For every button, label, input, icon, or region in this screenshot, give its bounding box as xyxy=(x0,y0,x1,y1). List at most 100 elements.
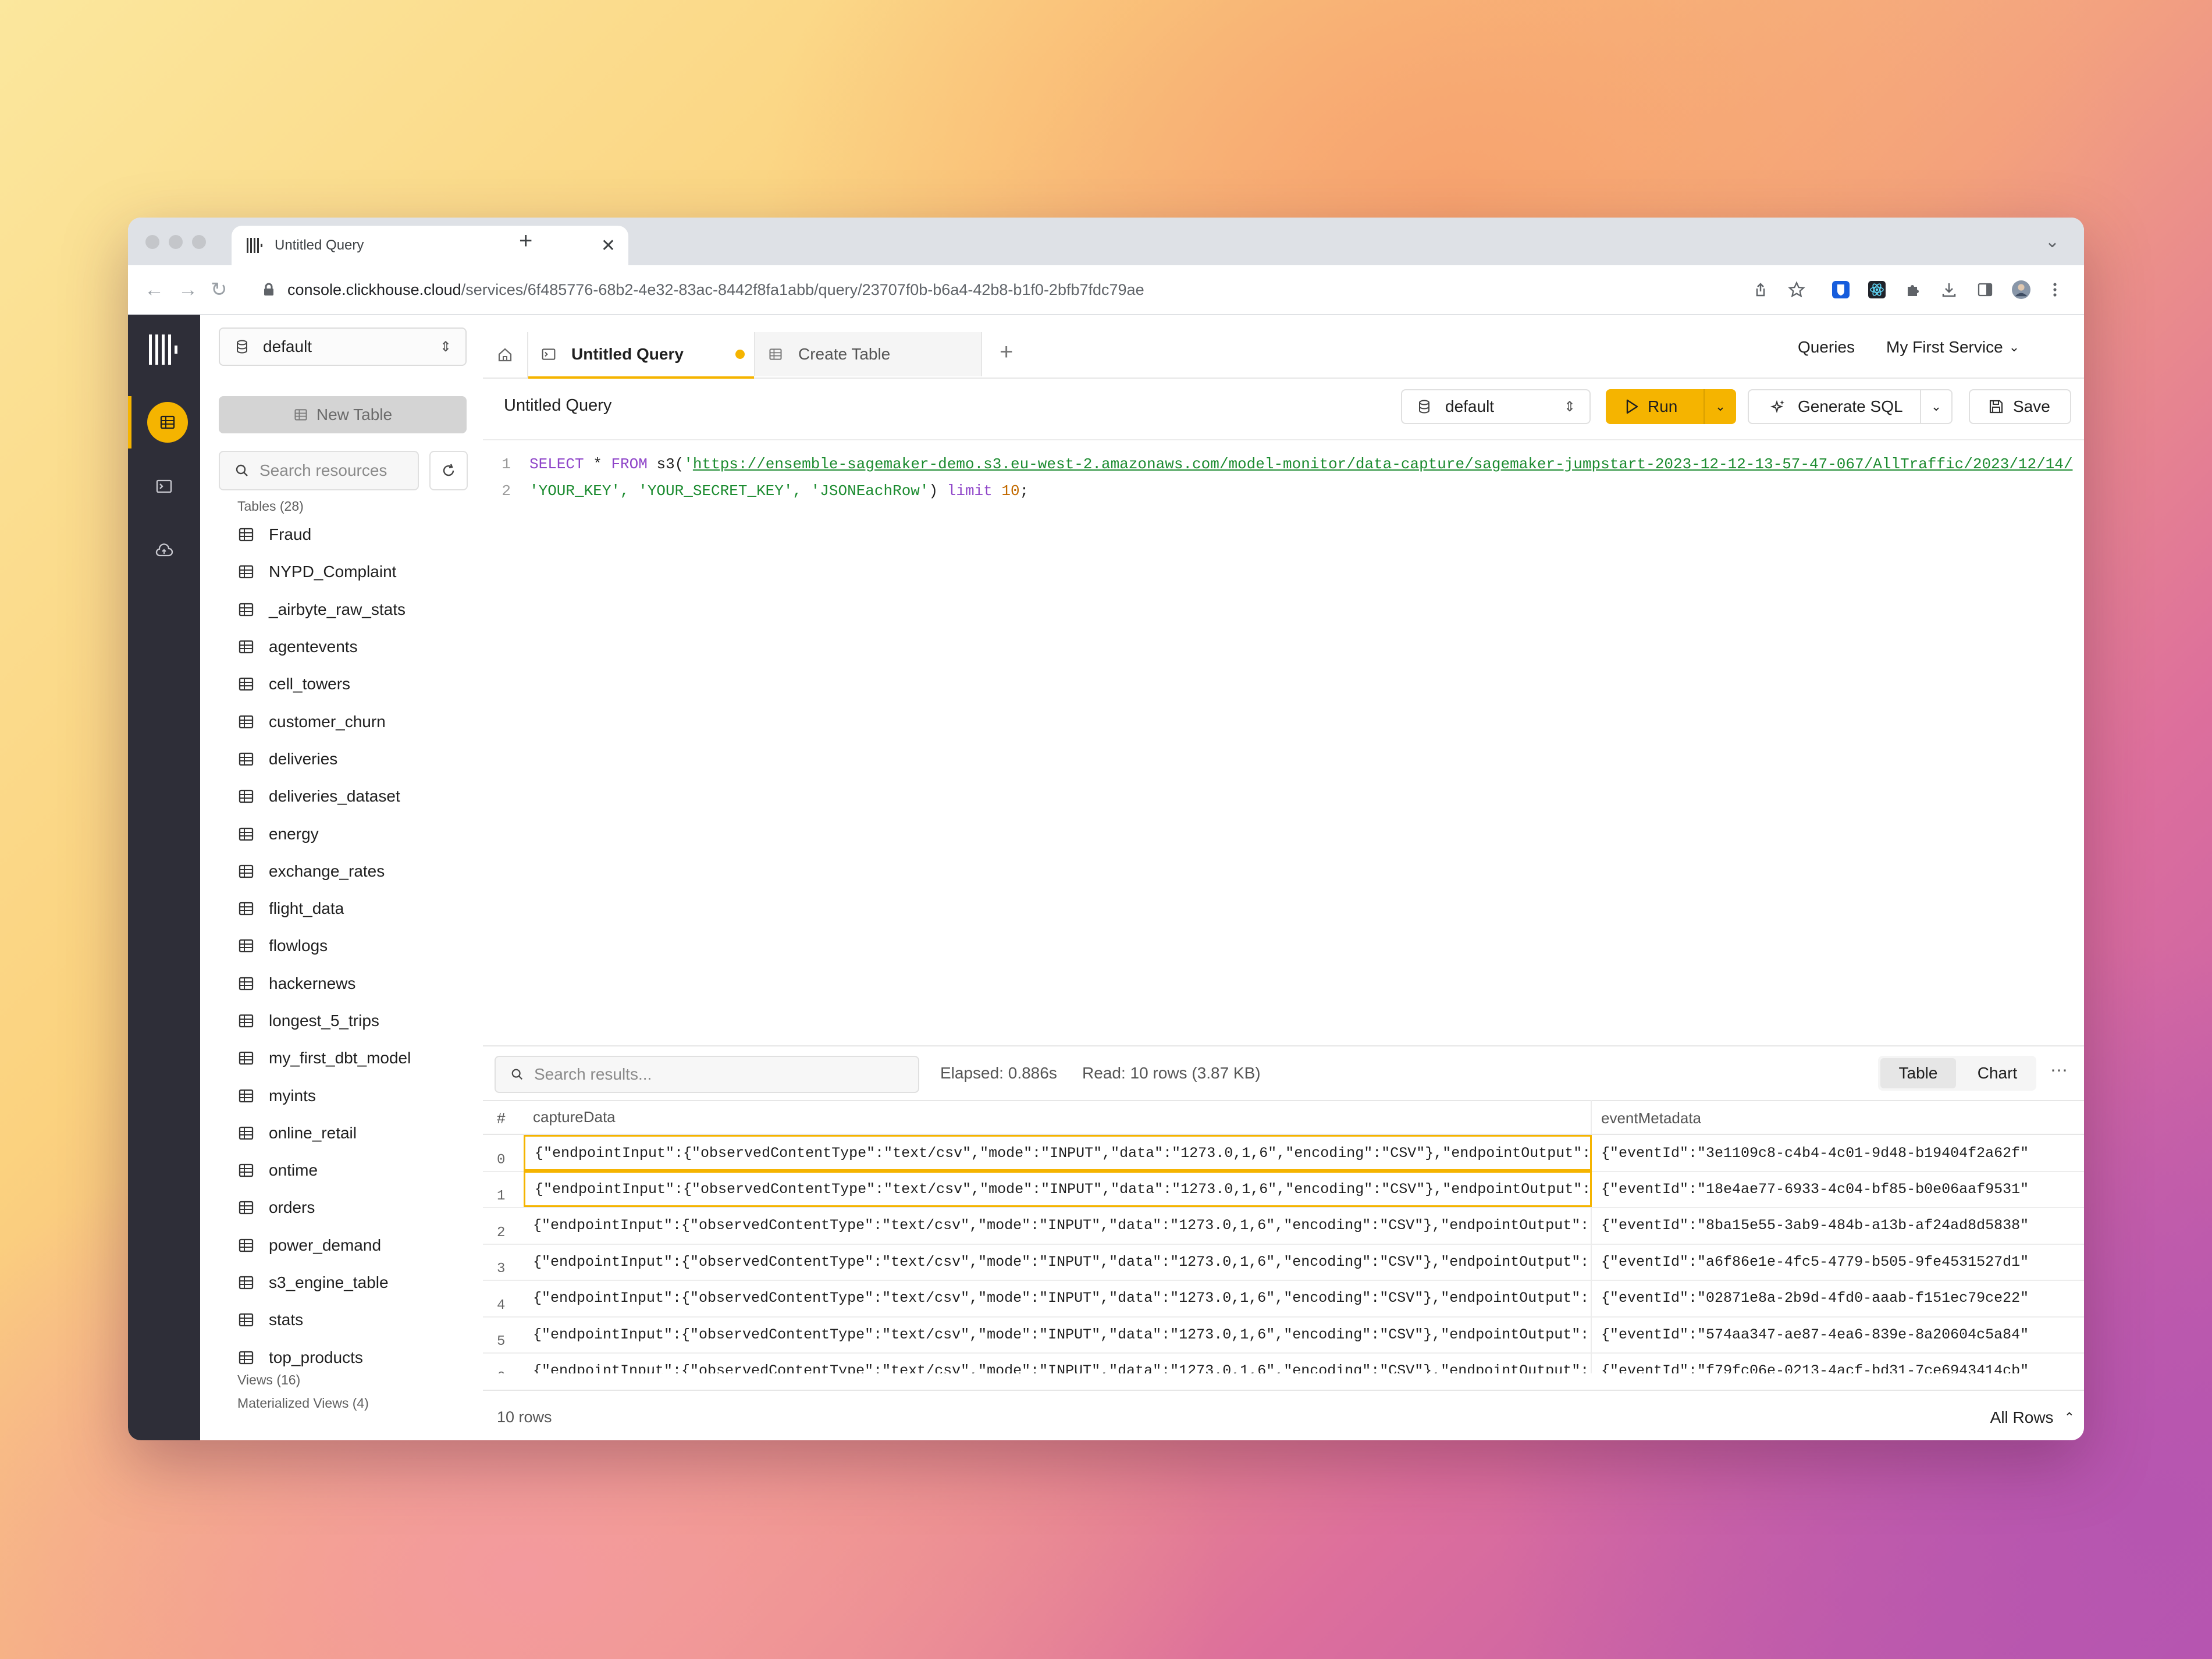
bookmark-star-icon[interactable] xyxy=(1787,280,1806,299)
side-panel-icon[interactable] xyxy=(1976,280,1994,299)
sidebar-table-item[interactable]: my_first_dbt_model xyxy=(237,1039,470,1077)
sidebar-table-item[interactable]: online_retail xyxy=(237,1115,470,1152)
event-metadata-cell[interactable]: {"eventId":"02871e8a-2b9d-4fd0-aaab-f151… xyxy=(1592,1280,2084,1316)
search-resources-input[interactable]: Search resources xyxy=(219,451,419,490)
sidebar-table-item[interactable]: _airbyte_raw_stats xyxy=(237,591,470,628)
generate-sql-options-button[interactable]: ⌄ xyxy=(1920,389,1953,424)
views-section-header[interactable]: Views (16) xyxy=(237,1372,458,1388)
sidebar-table-item[interactable]: customer_churn xyxy=(237,703,470,740)
sidebar-table-item[interactable]: stats xyxy=(237,1301,470,1338)
capture-data-column-header[interactable]: captureData xyxy=(524,1100,1592,1134)
react-devtools-extension-icon[interactable] xyxy=(1868,280,1886,299)
table-row[interactable]: 5 {"endpointInput":{"observedContentType"… xyxy=(483,1316,2084,1354)
table-row[interactable]: 0 {"endpointInput":{"observedContentType"… xyxy=(483,1135,2084,1172)
password-manager-extension-icon[interactable] xyxy=(1832,280,1850,299)
sql-url-string[interactable]: https://ensemble-sagemaker-demo.s3.eu-we… xyxy=(693,455,2073,473)
sidebar-table-item[interactable]: NYPD_Complaint xyxy=(237,553,470,590)
download-icon[interactable] xyxy=(1940,280,1958,299)
sidebar-table-label: _airbyte_raw_stats xyxy=(269,600,406,618)
event-metadata-column-header[interactable]: eventMetadata xyxy=(1601,1109,1701,1127)
sidebar-table-item[interactable]: s3_engine_table xyxy=(237,1264,470,1301)
address-bar[interactable]: console.clickhouse.cloud/services/6f4857… xyxy=(250,272,1658,307)
capture-data-cell[interactable]: {"endpointInput":{"observedContentType":… xyxy=(524,1135,1592,1171)
browser-menu-icon[interactable] xyxy=(2046,280,2064,299)
table-row[interactable]: 1 {"endpointInput":{"observedContentType"… xyxy=(483,1171,2084,1209)
reload-icon[interactable]: ↻ xyxy=(211,278,227,301)
table-row[interactable]: 3 {"endpointInput":{"observedContentType"… xyxy=(483,1244,2084,1281)
sidebar-table-item[interactable]: deliveries_dataset xyxy=(237,778,470,815)
table-row[interactable]: 6 {"endpointInput":{"observedContentType"… xyxy=(483,1352,2084,1373)
profile-avatar[interactable] xyxy=(2012,280,2030,299)
share-icon[interactable] xyxy=(1751,280,1770,299)
table-row[interactable]: 2 {"endpointInput":{"observedContentType"… xyxy=(483,1207,2084,1245)
event-metadata-cell[interactable]: {"eventId":"574aa347-ae87-4ea6-839e-8a20… xyxy=(1592,1316,2084,1352)
refresh-button[interactable] xyxy=(429,451,468,490)
query-database-select[interactable]: default ⇕ xyxy=(1401,389,1591,424)
sidebar-table-item[interactable]: cell_towers xyxy=(237,665,470,703)
event-metadata-cell[interactable]: {"eventId":"f79fc06e-0213-4acf-bd31-7ce6… xyxy=(1592,1352,2084,1373)
capture-data-cell[interactable]: {"endpointInput":{"observedContentType":… xyxy=(524,1352,1592,1373)
rows-filter-select[interactable]: All Rows ⌃ xyxy=(1990,1408,2084,1427)
rail-data-sources-button[interactable] xyxy=(128,524,200,576)
new-tab-icon[interactable]: + xyxy=(519,229,532,252)
event-metadata-cell[interactable]: {"eventId":"8ba15e55-3ab9-484b-a13b-af24… xyxy=(1592,1208,2084,1244)
sidebar-table-item[interactable]: power_demand xyxy=(237,1227,470,1264)
new-table-button[interactable]: New Table xyxy=(219,396,467,433)
capture-data-cell[interactable]: {"endpointInput":{"observedContentType":… xyxy=(524,1171,1592,1208)
more-options-icon[interactable]: ⋯ xyxy=(2050,1060,2068,1081)
forward-icon[interactable]: → xyxy=(178,278,198,301)
tables-section-header[interactable]: Tables (28) xyxy=(237,499,304,514)
table-row[interactable]: 4 {"endpointInput":{"observedContentType"… xyxy=(483,1280,2084,1318)
view-table-button[interactable]: Table xyxy=(1880,1058,1956,1088)
event-metadata-cell[interactable]: {"eventId":"a6f86e1e-4fc5-4779-b505-9fe4… xyxy=(1592,1244,2084,1280)
tab-untitled-query[interactable]: Untitled Query xyxy=(528,332,754,379)
close-window-button[interactable] xyxy=(145,235,159,249)
capture-data-cell[interactable]: {"endpointInput":{"observedContentType":… xyxy=(524,1207,1592,1244)
sidebar-table-item[interactable]: longest_5_trips xyxy=(237,1002,470,1039)
tab-search-chevron-icon[interactable]: ⌄ xyxy=(2045,232,2060,252)
clickhouse-logo-icon[interactable] xyxy=(148,333,180,369)
sql-editor[interactable]: 1 SELECT * FROM s3('https://ensemble-sag… xyxy=(483,440,2084,952)
back-icon[interactable]: ← xyxy=(144,278,164,301)
capture-data-cell[interactable]: {"endpointInput":{"observedContentType":… xyxy=(524,1280,1592,1316)
sidebar-table-item[interactable]: Fraud xyxy=(237,516,470,553)
database-icon xyxy=(1419,400,1429,414)
sidebar-table-label: s3_engine_table xyxy=(269,1273,389,1292)
sidebar-table-item[interactable]: energy xyxy=(237,815,470,852)
sidebar-table-item[interactable]: flight_data xyxy=(237,890,470,927)
sidebar-table-item[interactable]: agentevents xyxy=(237,628,470,665)
save-button[interactable]: Save xyxy=(1969,389,2071,424)
query-title[interactable]: Untitled Query xyxy=(504,396,611,415)
sidebar-table-item[interactable]: deliveries xyxy=(237,741,470,778)
sidebar-table-item[interactable]: hackernews xyxy=(237,965,470,1002)
clickhouse-favicon-icon xyxy=(247,237,264,254)
rail-tables-button[interactable] xyxy=(128,396,204,448)
sidebar-table-item[interactable]: flowlogs xyxy=(237,927,470,964)
rail-queries-button[interactable] xyxy=(128,460,200,512)
sidebar-table-item[interactable]: orders xyxy=(237,1189,470,1226)
database-select[interactable]: default ⇕ xyxy=(219,327,467,366)
capture-data-cell[interactable]: {"endpointInput":{"observedContentType":… xyxy=(524,1316,1592,1352)
close-tab-icon[interactable]: ✕ xyxy=(601,236,616,256)
capture-data-cell[interactable]: {"endpointInput":{"observedContentType":… xyxy=(524,1244,1592,1280)
event-metadata-cell[interactable]: {"eventId":"3e1109c8-c4b4-4c01-9d48-b194… xyxy=(1592,1135,2084,1171)
browser-tab[interactable]: Untitled Query ✕ xyxy=(232,226,628,265)
materialized-views-section-header[interactable]: Materialized Views (4) xyxy=(237,1395,369,1411)
queries-link[interactable]: Queries xyxy=(1798,338,1855,357)
tab-create-table[interactable]: Create Table xyxy=(754,332,982,376)
minimize-window-button[interactable] xyxy=(169,235,183,249)
sidebar-table-item[interactable]: ontime xyxy=(237,1152,470,1189)
url-path: /services/6f485776-68b2-4e32-83ac-8442f8… xyxy=(461,280,1144,298)
service-selector[interactable]: My First Service ⌄ xyxy=(1886,338,2019,357)
search-results-input[interactable]: Search results... xyxy=(495,1056,919,1093)
extensions-puzzle-icon[interactable] xyxy=(1904,280,1922,299)
add-tab-icon[interactable]: + xyxy=(1000,340,1013,364)
sidebar-table-item[interactable]: exchange_rates xyxy=(237,853,470,890)
sidebar-table-item[interactable]: myints xyxy=(237,1077,470,1114)
home-tab[interactable] xyxy=(483,332,528,378)
maximize-window-button[interactable] xyxy=(192,235,206,249)
run-options-button[interactable]: ⌄ xyxy=(1704,389,1736,424)
event-metadata-cell[interactable]: {"eventId":"18e4ae77-6933-4c04-bf85-b0e0… xyxy=(1592,1171,2084,1207)
view-chart-button[interactable]: Chart xyxy=(1961,1058,2034,1088)
sidebar-table-item[interactable]: top_products xyxy=(237,1339,470,1376)
